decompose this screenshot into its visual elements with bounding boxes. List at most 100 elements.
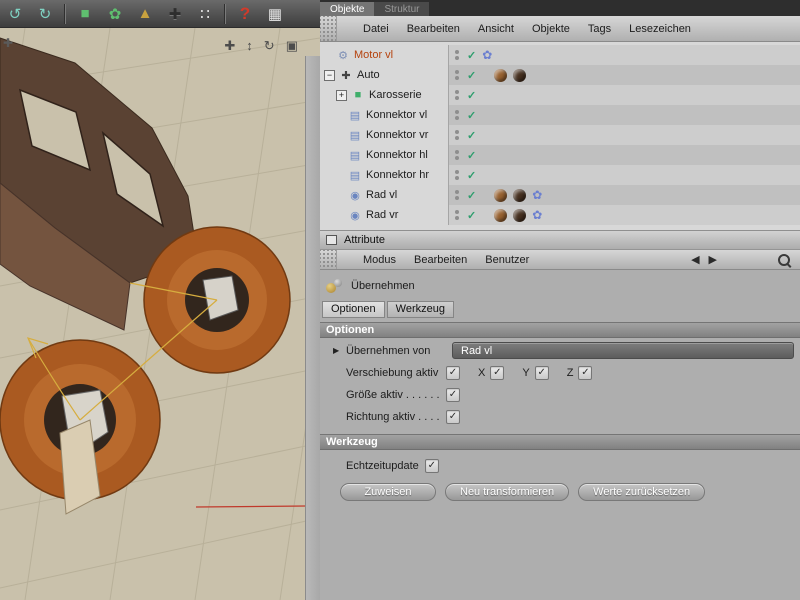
enable-check-icon[interactable]: ✓	[467, 149, 476, 162]
material-tag-icon[interactable]	[494, 188, 508, 202]
material-tag-icon[interactable]	[494, 208, 508, 222]
history-back-icon[interactable]: ◀	[691, 253, 699, 266]
viewport-corner-icon[interactable]: ✚	[3, 36, 13, 50]
material-tag-icon[interactable]	[513, 208, 527, 222]
visibility-dots-icon[interactable]	[453, 110, 461, 120]
visibility-dots-icon[interactable]	[453, 170, 461, 180]
zuweisen-button[interactable]: Zuweisen	[340, 483, 436, 501]
object-label[interactable]: Auto	[357, 69, 380, 81]
menu-bearbeiten[interactable]: Bearbeiten	[407, 23, 460, 35]
object-label[interactable]: Rad vr	[366, 209, 398, 221]
menu-lesezeichen[interactable]: Lesezeichen	[629, 23, 691, 35]
panel-grip[interactable]	[320, 250, 337, 269]
visibility-dots-icon[interactable]	[453, 50, 461, 60]
uebernehmen-von-dropdown[interactable]: Rad vl	[452, 342, 794, 359]
help-icon[interactable]: ?	[232, 2, 258, 26]
material-tag-icon[interactable]	[494, 68, 508, 82]
object-row-auto[interactable]: − ✚ Auto ✓	[320, 65, 800, 85]
richtung-checkbox[interactable]: ✓	[446, 409, 460, 424]
menu-tags[interactable]: Tags	[588, 23, 611, 35]
menu-datei[interactable]: Datei	[363, 23, 389, 35]
viewport-nav: ✚ ↕ ↻ ▣	[224, 38, 298, 54]
object-row-konnektor-hr[interactable]: ▤ Konnektor hr ✓	[320, 165, 800, 185]
enable-check-icon[interactable]: ✓	[467, 69, 476, 82]
content-browser-icon[interactable]: ▦	[262, 2, 288, 26]
object-label[interactable]: Konnektor vr	[366, 129, 428, 141]
object-label[interactable]: Konnektor vl	[366, 109, 427, 121]
axis-y-checkbox[interactable]: ✓	[534, 365, 549, 380]
viewport-canvas[interactable]	[0, 28, 320, 600]
enable-check-icon[interactable]: ✓	[467, 209, 476, 222]
echtzeitupdate-checkbox[interactable]: ✓	[424, 458, 439, 473]
menu-bearbeiten-attr[interactable]: Bearbeiten	[414, 254, 467, 266]
undo-icon[interactable]: ↺	[2, 2, 28, 26]
enable-check-icon[interactable]: ✓	[467, 49, 476, 62]
expand-expander-icon[interactable]: +	[336, 89, 347, 101]
section-header-optionen[interactable]: Optionen	[320, 322, 800, 338]
axis-x-checkbox[interactable]: ✓	[490, 365, 505, 380]
cone-primitive-icon[interactable]: ▲	[132, 2, 158, 26]
menu-benutzer[interactable]: Benutzer	[485, 254, 529, 266]
move-tool-icon[interactable]: ✚	[162, 2, 188, 26]
tab-struktur[interactable]: Struktur	[374, 2, 430, 16]
panel-grip[interactable]	[320, 16, 337, 41]
visibility-dots-icon[interactable]	[453, 130, 461, 140]
redo-icon[interactable]: ↻	[32, 2, 58, 26]
object-row-konnektor-vr[interactable]: ▤ Konnektor vr ✓	[320, 125, 800, 145]
neu-transformieren-button[interactable]: Neu transformieren	[445, 483, 570, 501]
object-row-karosserie[interactable]: + ■ Karosserie ✓	[320, 85, 800, 105]
search-icon[interactable]	[778, 253, 790, 266]
rotate-view-icon[interactable]: ↻	[264, 38, 275, 54]
axis-z-checkbox[interactable]: ✓	[578, 365, 593, 380]
enable-check-icon[interactable]: ✓	[467, 189, 476, 202]
visibility-dots-icon[interactable]	[453, 190, 461, 200]
enable-check-icon[interactable]: ✓	[467, 109, 476, 122]
viewport-edge-strip	[305, 56, 320, 600]
object-label[interactable]: Motor vl	[354, 49, 393, 61]
groesse-checkbox[interactable]: ✓	[446, 387, 460, 402]
collapse-expander-icon[interactable]: −	[324, 69, 335, 81]
verschiebung-aktiv-row: Verschiebung aktiv ✓ X ✓ Y ✓ Z ✓	[320, 363, 800, 382]
section-header-werkzeug[interactable]: Werkzeug	[320, 434, 800, 450]
visibility-dots-icon[interactable]	[453, 150, 461, 160]
menu-objekte[interactable]: Objekte	[532, 23, 570, 35]
cube-primitive-icon[interactable]: ■	[72, 2, 98, 26]
particles-icon[interactable]: ∷	[192, 2, 218, 26]
menu-ansicht[interactable]: Ansicht	[478, 23, 514, 35]
object-label[interactable]: Konnektor hl	[366, 149, 428, 161]
object-row-konnektor-vl[interactable]: ▤ Konnektor vl ✓	[320, 105, 800, 125]
visibility-dots-icon[interactable]	[453, 90, 461, 100]
disclosure-triangle-icon[interactable]: ▶	[333, 346, 339, 355]
tab-objekte[interactable]: Objekte	[320, 2, 375, 16]
object-label[interactable]: Karosserie	[369, 89, 422, 101]
enable-check-icon[interactable]: ✓	[467, 169, 476, 182]
menu-modus[interactable]: Modus	[363, 254, 396, 266]
visibility-dots-icon[interactable]	[453, 70, 461, 80]
viewport[interactable]: ✚ ✚ ↕ ↻ ▣	[0, 28, 320, 600]
object-label[interactable]: Konnektor hr	[366, 169, 429, 181]
dolly-view-icon[interactable]: ↕	[246, 38, 253, 54]
object-row-rad-vr[interactable]: ◉ Rad vr ✓ ✿	[320, 205, 800, 225]
material-tag-icon[interactable]	[513, 188, 527, 202]
toggle-view-icon[interactable]: ▣	[286, 38, 298, 54]
verschiebung-checkbox[interactable]: ✓	[446, 365, 460, 380]
enable-check-icon[interactable]: ✓	[467, 89, 476, 102]
object-row-motor-vl[interactable]: ⚙ Motor vl ✓ ✿	[320, 45, 800, 65]
werte-zuruecksetzen-button[interactable]: Werte zurücksetzen	[578, 483, 706, 501]
enable-check-icon[interactable]: ✓	[467, 129, 476, 142]
material-tag-icon[interactable]	[513, 68, 527, 82]
tab-optionen[interactable]: Optionen	[322, 301, 385, 318]
connector-object-icon: ▤	[349, 169, 361, 182]
xpresso-tag-icon[interactable]: ✿	[482, 48, 492, 62]
object-row-rad-vl[interactable]: ◉ Rad vl ✓ ✿	[320, 185, 800, 205]
visibility-dots-icon[interactable]	[453, 210, 461, 220]
history-forward-icon[interactable]: ▶	[709, 253, 717, 266]
pan-view-icon[interactable]: ✚	[224, 38, 235, 54]
cinema4d-window: ↺ ↻ ■ ✿ ▲ ✚ ∷ ? ▦ ✚ ✚ ↕ ↻ ▣ Objekte Stru…	[0, 0, 800, 600]
modeling-flower-icon[interactable]: ✿	[102, 2, 128, 26]
xpresso-tag-icon[interactable]: ✿	[532, 208, 542, 222]
object-label[interactable]: Rad vl	[366, 189, 397, 201]
xpresso-tag-icon[interactable]: ✿	[532, 188, 542, 202]
object-row-konnektor-hl[interactable]: ▤ Konnektor hl ✓	[320, 145, 800, 165]
tab-werkzeug[interactable]: Werkzeug	[386, 301, 454, 318]
